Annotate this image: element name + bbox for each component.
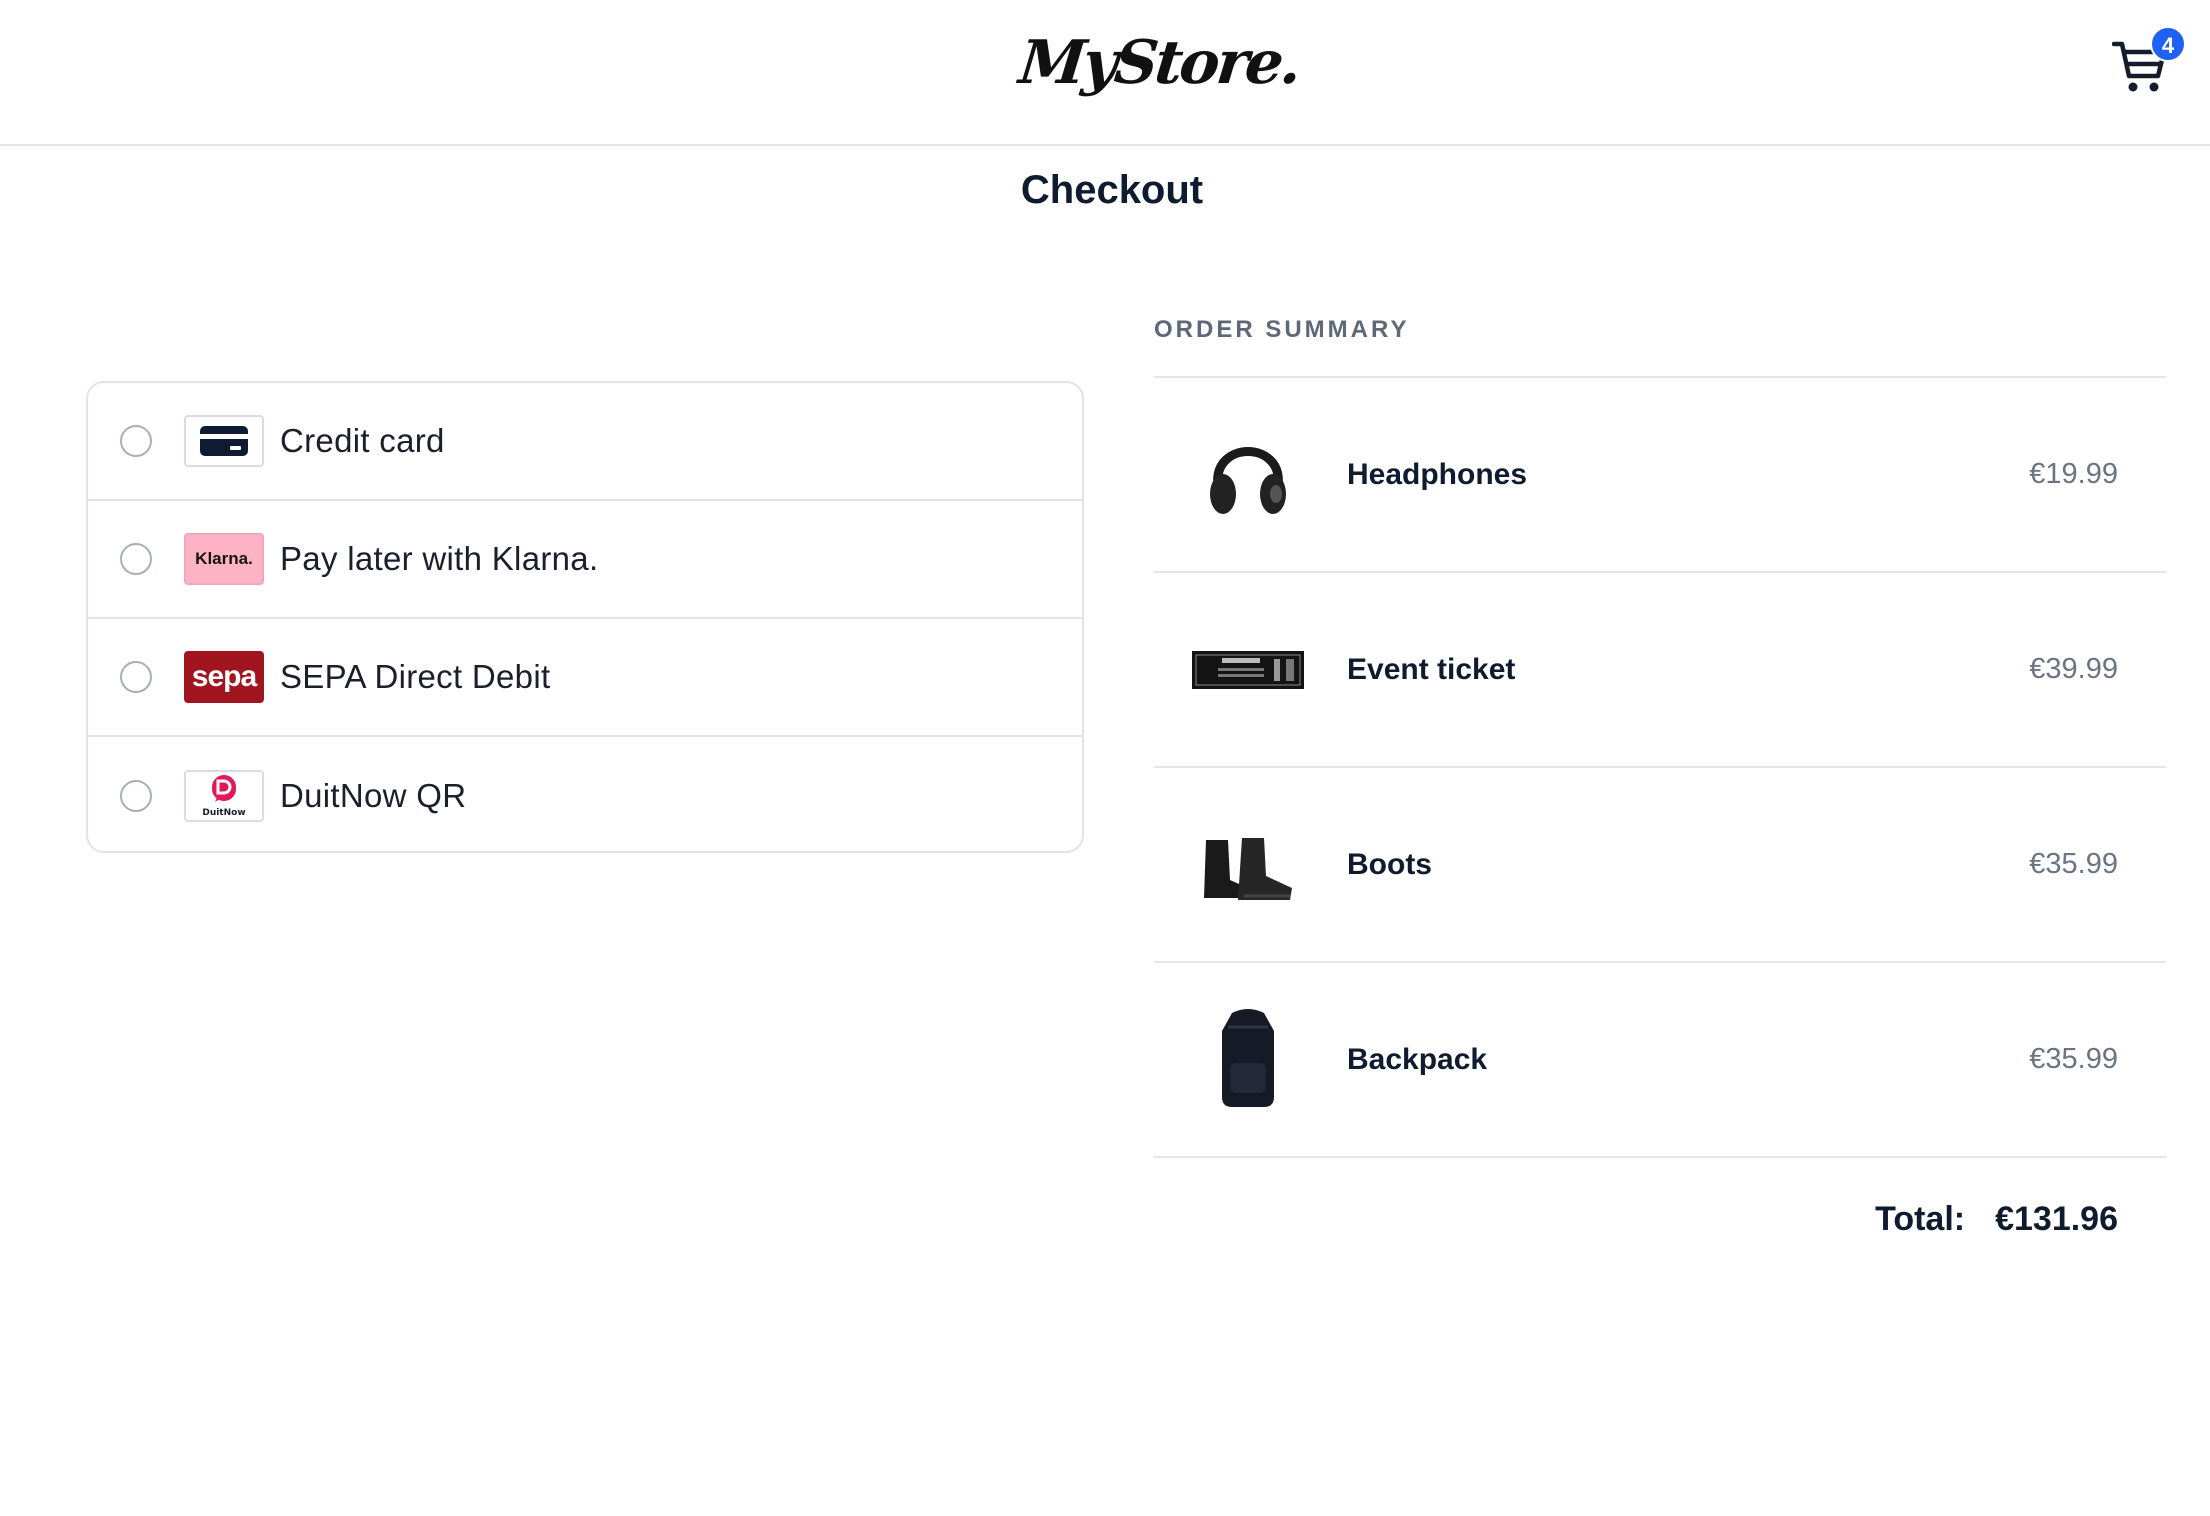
payment-option-sepa[interactable]: sepa SEPA Direct Debit xyxy=(88,619,1082,737)
klarna-logo: Klarna. xyxy=(184,533,264,585)
boots-image xyxy=(1204,838,1292,900)
radio-button[interactable] xyxy=(120,543,152,575)
item-price: €39.99 xyxy=(2029,653,2118,685)
payment-option-label: DuitNow QR xyxy=(280,777,467,814)
payment-method-list: Credit card Klarna. Pay later with Klarn… xyxy=(86,381,1084,853)
order-item: Backpack €35.99 xyxy=(1154,963,2166,1158)
payment-option-credit-card[interactable]: Credit card xyxy=(88,383,1082,501)
payment-option-label: SEPA Direct Debit xyxy=(280,658,551,695)
payment-option-label: Pay later with Klarna. xyxy=(280,540,599,577)
duitnow-logo: DuitNow xyxy=(184,770,264,822)
item-name: Boots xyxy=(1347,848,1432,881)
order-item: Headphones €19.99 xyxy=(1154,378,2166,573)
backpack-image xyxy=(1222,1009,1274,1107)
item-name: Backpack xyxy=(1347,1043,1488,1076)
radio-button[interactable] xyxy=(120,780,152,812)
item-name: Event ticket xyxy=(1347,653,1516,686)
payment-option-label: Credit card xyxy=(280,422,445,459)
store-logo[interactable]: MyStore. xyxy=(1013,28,1302,128)
payment-option-klarna[interactable]: Klarna. Pay later with Klarna. xyxy=(88,501,1082,619)
headphones-image xyxy=(1210,447,1286,514)
order-total: Total: €131.96 xyxy=(1154,1200,2118,1239)
order-item: Boots €35.99 xyxy=(1154,768,2166,963)
radio-button[interactable] xyxy=(120,425,152,457)
order-summary-list: Headphones €19.99 Event ticket €39.99 Bo… xyxy=(1154,376,2166,1158)
cart-count-badge: 4 xyxy=(2150,26,2186,62)
duitnow-logo-text: DuitNow xyxy=(202,808,245,818)
total-value: €131.96 xyxy=(1995,1200,2118,1238)
credit-card-icon xyxy=(184,415,264,467)
site-header: MyStore. 4 xyxy=(0,0,2210,146)
sepa-logo: sepa xyxy=(184,651,264,703)
ticket-image xyxy=(1192,651,1304,689)
payment-option-duitnow[interactable]: DuitNow DuitNow QR xyxy=(88,737,1082,851)
radio-button[interactable] xyxy=(120,661,152,693)
order-item: Event ticket €39.99 xyxy=(1154,573,2166,768)
item-price: €35.99 xyxy=(2029,1043,2118,1075)
order-summary-title: ORDER SUMMARY xyxy=(1154,316,1410,343)
page-title: Checkout xyxy=(1020,168,1204,212)
item-name: Headphones xyxy=(1347,458,1528,491)
total-label: Total: xyxy=(1875,1200,1966,1238)
item-price: €19.99 xyxy=(2029,458,2118,490)
item-price: €35.99 xyxy=(2029,848,2118,880)
